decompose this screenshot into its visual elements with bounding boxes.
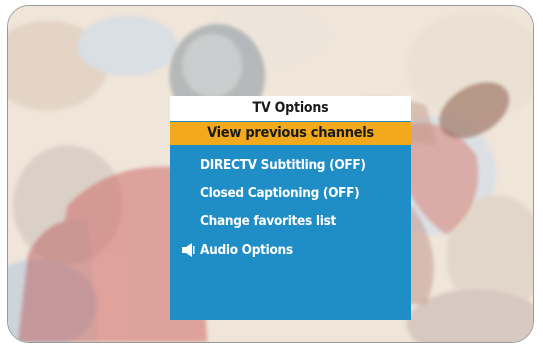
menu-item-label: Audio Options <box>200 242 293 258</box>
menu-item-directv-subtitling[interactable]: DIRECTV Subtitling (OFF) <box>170 152 411 178</box>
speaker-icon <box>182 243 195 257</box>
menu-item-label: DIRECTV Subtitling (OFF) <box>200 157 366 173</box>
menu-item-label: Change favorites list <box>200 213 337 229</box>
menu-item-label: Closed Captioning (OFF) <box>200 185 360 201</box>
tv-options-menu: TV Options View previous channels DIRECT… <box>170 96 411 320</box>
menu-item-change-favorites-list[interactable]: Change favorites list <box>170 208 411 234</box>
menu-item-label: View previous channels <box>207 125 374 141</box>
menu-item-audio-options[interactable]: Audio Options <box>170 237 411 263</box>
tv-screen-frame: TV Options View previous channels DIRECT… <box>7 5 534 343</box>
menu-item-closed-captioning[interactable]: Closed Captioning (OFF) <box>170 180 411 206</box>
menu-item-view-previous-channels[interactable]: View previous channels <box>170 122 411 145</box>
menu-title: TV Options <box>170 96 411 121</box>
